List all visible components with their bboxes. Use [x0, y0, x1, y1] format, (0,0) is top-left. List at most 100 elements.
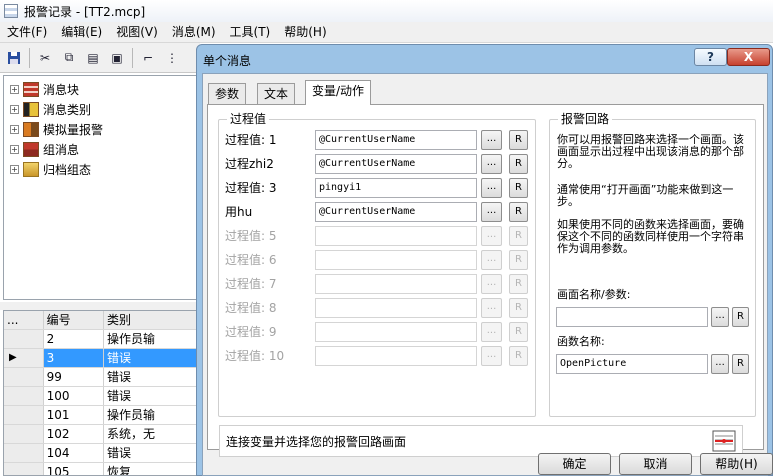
cell-number[interactable]: 102	[44, 425, 104, 443]
cell-category[interactable]: 系统，无	[104, 425, 199, 443]
process-value-field[interactable]: pingyi1	[315, 178, 477, 198]
row-selector[interactable]: ▶	[4, 349, 44, 367]
single-message-dialog: 单个消息 ? X 参数 文本 变量/动作 过程值 过程值: 1 @Current…	[196, 44, 773, 476]
menu-bar: 文件(F) 编辑(E) 视图(V) 消息(M) 工具(T) 帮助(H)	[0, 22, 773, 43]
reset-button[interactable]: R	[509, 154, 528, 174]
title-bar: 报警记录 - [TT2.mcp]	[0, 0, 773, 22]
browse-button[interactable]: ...	[481, 178, 502, 198]
row-selector[interactable]	[4, 463, 44, 475]
grid-header-row: ... 编号 类别	[4, 311, 199, 330]
row-selector[interactable]	[4, 425, 44, 443]
row-selector[interactable]	[4, 444, 44, 462]
column-header-category[interactable]: 类别	[104, 311, 199, 329]
tree-item-group-message[interactable]: + 组消息	[4, 139, 197, 159]
tree-item-message-class[interactable]: + 消息类别	[4, 99, 197, 119]
tab-variables-actions[interactable]: 变量/动作	[305, 80, 372, 105]
menu-view[interactable]: 视图(V)	[109, 22, 165, 43]
cell-number[interactable]: 3	[43, 349, 104, 367]
column-header-selector[interactable]: ...	[4, 311, 44, 329]
row-selector[interactable]	[4, 368, 44, 386]
function-browse-button[interactable]: ...	[711, 354, 729, 374]
cell-number[interactable]: 101	[44, 406, 104, 424]
function-name-field[interactable]: OpenPicture	[556, 354, 708, 374]
cell-category[interactable]: 错误	[104, 349, 199, 367]
tree-item-archive-config[interactable]: + 归档组态	[4, 159, 197, 179]
browse-button[interactable]: ...	[481, 130, 502, 150]
menu-tools[interactable]: 工具(T)	[223, 22, 278, 43]
browse-button: ...	[481, 250, 502, 270]
cell-number[interactable]: 105	[44, 463, 104, 475]
column-header-number[interactable]: 编号	[43, 311, 104, 329]
expand-icon[interactable]: +	[10, 164, 19, 174]
table-row[interactable]: 104 错误	[4, 444, 199, 463]
row-selector[interactable]	[4, 387, 44, 405]
tab-parameters[interactable]: 参数	[208, 83, 247, 104]
tree-item-message-block[interactable]: + 消息块	[4, 79, 197, 99]
menu-help[interactable]: 帮助(H)	[277, 22, 333, 43]
tree-item-analog-alarm[interactable]: + 模拟量报警	[4, 119, 197, 139]
table-row[interactable]: 101 操作员输	[4, 406, 199, 425]
process-value-label: 过程值: 3	[225, 181, 277, 195]
cell-category[interactable]: 错误	[104, 444, 199, 462]
menu-file[interactable]: 文件(F)	[0, 22, 54, 43]
reset-button: R	[509, 274, 528, 294]
save-icon[interactable]	[4, 48, 24, 68]
cell-number[interactable]: 100	[44, 387, 104, 405]
function-reset-button[interactable]: R	[732, 354, 749, 374]
table-row[interactable]: 99 错误	[4, 368, 199, 387]
dialog-close-button[interactable]: X	[727, 48, 770, 66]
screen-reset-button[interactable]: R	[732, 307, 749, 327]
cell-number[interactable]: 2	[44, 330, 104, 348]
row-selector[interactable]	[4, 330, 44, 348]
expand-icon[interactable]: +	[10, 144, 19, 154]
reset-button[interactable]: R	[509, 178, 528, 198]
browse-button[interactable]: ...	[481, 202, 502, 222]
cell-category[interactable]: 错误	[104, 387, 199, 405]
cell-number[interactable]: 99	[44, 368, 104, 386]
menu-edit[interactable]: 编辑(E)	[54, 22, 109, 43]
table-row[interactable]: 102 系统，无	[4, 425, 199, 444]
dialog-help-button[interactable]: ?	[694, 48, 727, 66]
reset-button[interactable]: R	[509, 202, 528, 222]
alarm-loop-description: 你可以用报警回路来选择一个画面。该画面显示出过程中出现该消息的那个部分。	[557, 133, 744, 170]
splitter[interactable]	[0, 302, 200, 310]
reset-button[interactable]: R	[509, 130, 528, 150]
select-icon[interactable]: ⌐	[138, 48, 158, 68]
help-button[interactable]: 帮助(H)	[700, 453, 773, 475]
process-value-field[interactable]: @CurrentUserName	[315, 130, 477, 150]
cancel-button[interactable]: 取消	[619, 453, 692, 475]
browse-button: ...	[481, 322, 502, 342]
cell-category[interactable]: 操作员输	[104, 406, 199, 424]
cell-number[interactable]: 104	[44, 444, 104, 462]
alarm-loop-group-title: 报警回路	[558, 111, 613, 127]
table-row[interactable]: ▶ 3 错误	[4, 349, 199, 368]
cell-category[interactable]: 恢复	[104, 463, 199, 475]
process-value-field[interactable]: @CurrentUserName	[315, 154, 477, 174]
table-row[interactable]: 100 错误	[4, 387, 199, 406]
expand-icon[interactable]: +	[10, 124, 19, 134]
process-value-field[interactable]: @CurrentUserName	[315, 202, 477, 222]
tab-text[interactable]: 文本	[257, 83, 296, 104]
alarm-screen-icon	[712, 429, 736, 456]
copy-icon[interactable]: ⧉	[59, 48, 79, 68]
cut-icon[interactable]: ✂	[35, 48, 55, 68]
expand-icon[interactable]: +	[10, 104, 19, 114]
screen-name-field[interactable]	[556, 307, 708, 327]
browse-button[interactable]: ...	[481, 154, 502, 174]
table-row[interactable]: 105 恢复	[4, 463, 199, 475]
table-row[interactable]: 2 操作员输	[4, 330, 199, 349]
cell-category[interactable]: 操作员输	[104, 330, 199, 348]
print-icon[interactable]: ▣	[107, 48, 127, 68]
tab-panel-variables-actions: 过程值 过程值: 1 @CurrentUserName ... R 过程zhi2…	[207, 104, 764, 457]
menu-message[interactable]: 消息(M)	[165, 22, 223, 43]
tree-view-icon[interactable]: ⋮	[162, 48, 182, 68]
cell-category[interactable]: 错误	[104, 368, 199, 386]
toolbar-separator	[132, 47, 133, 68]
expand-icon[interactable]: +	[10, 84, 19, 94]
dialog-body: 参数 文本 变量/动作 过程值 过程值: 1 @CurrentUserName …	[202, 73, 773, 476]
ok-button[interactable]: 确定	[538, 453, 611, 475]
tree-item-label: 模拟量报警	[43, 122, 104, 137]
paste-icon[interactable]: ▤	[83, 48, 103, 68]
screen-browse-button[interactable]: ...	[711, 307, 729, 327]
row-selector[interactable]	[4, 406, 44, 424]
